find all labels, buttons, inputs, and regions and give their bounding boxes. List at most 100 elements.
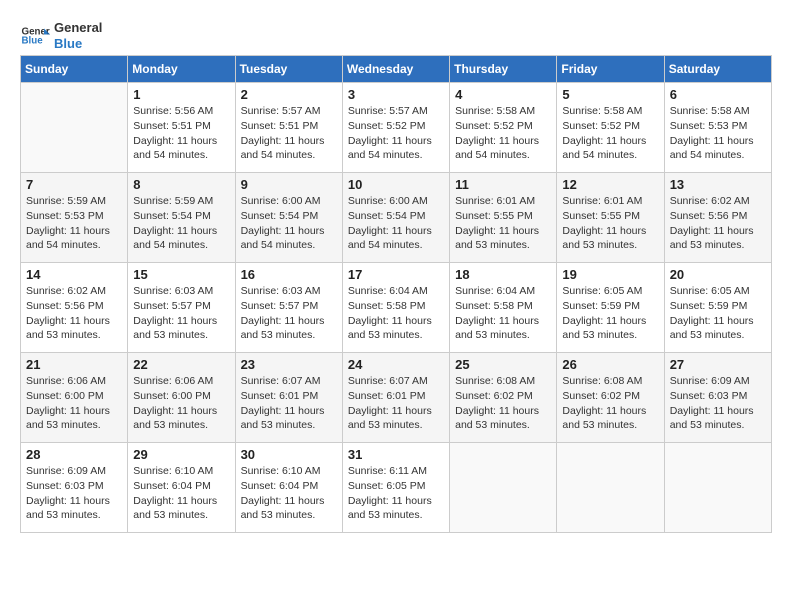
calendar-cell: 19 Sunrise: 6:05 AM Sunset: 5:59 PM Dayl… (557, 263, 664, 353)
calendar-cell: 14 Sunrise: 6:02 AM Sunset: 5:56 PM Dayl… (21, 263, 128, 353)
logo: General Blue General Blue (20, 20, 102, 51)
calendar-cell: 21 Sunrise: 6:06 AM Sunset: 6:00 PM Dayl… (21, 353, 128, 443)
day-detail: Sunrise: 5:58 AM Sunset: 5:52 PM Dayligh… (562, 104, 658, 163)
svg-text:Blue: Blue (22, 35, 44, 46)
day-number: 18 (455, 267, 551, 282)
day-number: 15 (133, 267, 229, 282)
day-detail: Sunrise: 5:58 AM Sunset: 5:52 PM Dayligh… (455, 104, 551, 163)
calendar-cell: 29 Sunrise: 6:10 AM Sunset: 6:04 PM Dayl… (128, 443, 235, 533)
day-number: 22 (133, 357, 229, 372)
calendar-cell: 7 Sunrise: 5:59 AM Sunset: 5:53 PM Dayli… (21, 173, 128, 263)
day-number: 25 (455, 357, 551, 372)
calendar-cell: 12 Sunrise: 6:01 AM Sunset: 5:55 PM Dayl… (557, 173, 664, 263)
dow-header-sunday: Sunday (21, 56, 128, 83)
day-detail: Sunrise: 6:05 AM Sunset: 5:59 PM Dayligh… (562, 284, 658, 343)
calendar-cell: 4 Sunrise: 5:58 AM Sunset: 5:52 PM Dayli… (450, 83, 557, 173)
calendar-cell: 27 Sunrise: 6:09 AM Sunset: 6:03 PM Dayl… (664, 353, 771, 443)
day-number: 16 (241, 267, 337, 282)
calendar-cell: 2 Sunrise: 5:57 AM Sunset: 5:51 PM Dayli… (235, 83, 342, 173)
day-number: 30 (241, 447, 337, 462)
day-number: 11 (455, 177, 551, 192)
day-number: 28 (26, 447, 122, 462)
day-number: 14 (26, 267, 122, 282)
calendar-cell: 28 Sunrise: 6:09 AM Sunset: 6:03 PM Dayl… (21, 443, 128, 533)
day-number: 8 (133, 177, 229, 192)
day-detail: Sunrise: 5:59 AM Sunset: 5:54 PM Dayligh… (133, 194, 229, 253)
week-row-4: 21 Sunrise: 6:06 AM Sunset: 6:00 PM Dayl… (21, 353, 772, 443)
day-detail: Sunrise: 6:09 AM Sunset: 6:03 PM Dayligh… (26, 464, 122, 523)
calendar-cell: 23 Sunrise: 6:07 AM Sunset: 6:01 PM Dayl… (235, 353, 342, 443)
day-detail: Sunrise: 6:01 AM Sunset: 5:55 PM Dayligh… (562, 194, 658, 253)
calendar-cell: 1 Sunrise: 5:56 AM Sunset: 5:51 PM Dayli… (128, 83, 235, 173)
day-detail: Sunrise: 6:07 AM Sunset: 6:01 PM Dayligh… (348, 374, 444, 433)
day-detail: Sunrise: 6:04 AM Sunset: 5:58 PM Dayligh… (348, 284, 444, 343)
day-number: 26 (562, 357, 658, 372)
day-detail: Sunrise: 6:09 AM Sunset: 6:03 PM Dayligh… (670, 374, 766, 433)
day-number: 20 (670, 267, 766, 282)
calendar-cell (21, 83, 128, 173)
day-detail: Sunrise: 6:00 AM Sunset: 5:54 PM Dayligh… (348, 194, 444, 253)
dow-header-thursday: Thursday (450, 56, 557, 83)
day-number: 17 (348, 267, 444, 282)
day-number: 10 (348, 177, 444, 192)
day-number: 5 (562, 87, 658, 102)
day-number: 4 (455, 87, 551, 102)
dow-header-tuesday: Tuesday (235, 56, 342, 83)
logo-icon: General Blue (20, 21, 50, 51)
day-number: 24 (348, 357, 444, 372)
day-number: 27 (670, 357, 766, 372)
calendar-cell: 31 Sunrise: 6:11 AM Sunset: 6:05 PM Dayl… (342, 443, 449, 533)
calendar-cell: 16 Sunrise: 6:03 AM Sunset: 5:57 PM Dayl… (235, 263, 342, 353)
dow-header-saturday: Saturday (664, 56, 771, 83)
calendar-cell: 22 Sunrise: 6:06 AM Sunset: 6:00 PM Dayl… (128, 353, 235, 443)
calendar-cell: 10 Sunrise: 6:00 AM Sunset: 5:54 PM Dayl… (342, 173, 449, 263)
calendar-cell: 3 Sunrise: 5:57 AM Sunset: 5:52 PM Dayli… (342, 83, 449, 173)
day-detail: Sunrise: 6:11 AM Sunset: 6:05 PM Dayligh… (348, 464, 444, 523)
week-row-3: 14 Sunrise: 6:02 AM Sunset: 5:56 PM Dayl… (21, 263, 772, 353)
day-detail: Sunrise: 6:00 AM Sunset: 5:54 PM Dayligh… (241, 194, 337, 253)
day-detail: Sunrise: 6:06 AM Sunset: 6:00 PM Dayligh… (26, 374, 122, 433)
calendar-cell: 25 Sunrise: 6:08 AM Sunset: 6:02 PM Dayl… (450, 353, 557, 443)
day-detail: Sunrise: 6:03 AM Sunset: 5:57 PM Dayligh… (241, 284, 337, 343)
week-row-1: 1 Sunrise: 5:56 AM Sunset: 5:51 PM Dayli… (21, 83, 772, 173)
day-number: 23 (241, 357, 337, 372)
day-detail: Sunrise: 6:03 AM Sunset: 5:57 PM Dayligh… (133, 284, 229, 343)
day-number: 3 (348, 87, 444, 102)
day-detail: Sunrise: 6:08 AM Sunset: 6:02 PM Dayligh… (562, 374, 658, 433)
logo-text: General Blue (54, 20, 102, 51)
week-row-2: 7 Sunrise: 5:59 AM Sunset: 5:53 PM Dayli… (21, 173, 772, 263)
day-detail: Sunrise: 5:56 AM Sunset: 5:51 PM Dayligh… (133, 104, 229, 163)
calendar-body: 1 Sunrise: 5:56 AM Sunset: 5:51 PM Dayli… (21, 83, 772, 533)
day-number: 13 (670, 177, 766, 192)
day-number: 1 (133, 87, 229, 102)
calendar-cell: 13 Sunrise: 6:02 AM Sunset: 5:56 PM Dayl… (664, 173, 771, 263)
day-detail: Sunrise: 5:59 AM Sunset: 5:53 PM Dayligh… (26, 194, 122, 253)
calendar-cell: 6 Sunrise: 5:58 AM Sunset: 5:53 PM Dayli… (664, 83, 771, 173)
day-detail: Sunrise: 6:01 AM Sunset: 5:55 PM Dayligh… (455, 194, 551, 253)
day-detail: Sunrise: 6:05 AM Sunset: 5:59 PM Dayligh… (670, 284, 766, 343)
calendar-cell: 26 Sunrise: 6:08 AM Sunset: 6:02 PM Dayl… (557, 353, 664, 443)
calendar-cell (664, 443, 771, 533)
header: General Blue General Blue (20, 20, 772, 51)
day-number: 9 (241, 177, 337, 192)
day-detail: Sunrise: 6:04 AM Sunset: 5:58 PM Dayligh… (455, 284, 551, 343)
calendar-cell: 9 Sunrise: 6:00 AM Sunset: 5:54 PM Dayli… (235, 173, 342, 263)
day-number: 19 (562, 267, 658, 282)
day-detail: Sunrise: 6:06 AM Sunset: 6:00 PM Dayligh… (133, 374, 229, 433)
calendar-cell (450, 443, 557, 533)
day-detail: Sunrise: 5:57 AM Sunset: 5:51 PM Dayligh… (241, 104, 337, 163)
calendar-cell: 24 Sunrise: 6:07 AM Sunset: 6:01 PM Dayl… (342, 353, 449, 443)
day-number: 21 (26, 357, 122, 372)
week-row-5: 28 Sunrise: 6:09 AM Sunset: 6:03 PM Dayl… (21, 443, 772, 533)
day-number: 12 (562, 177, 658, 192)
calendar-cell: 11 Sunrise: 6:01 AM Sunset: 5:55 PM Dayl… (450, 173, 557, 263)
day-detail: Sunrise: 6:07 AM Sunset: 6:01 PM Dayligh… (241, 374, 337, 433)
days-of-week-row: SundayMondayTuesdayWednesdayThursdayFrid… (21, 56, 772, 83)
day-detail: Sunrise: 6:10 AM Sunset: 6:04 PM Dayligh… (241, 464, 337, 523)
dow-header-wednesday: Wednesday (342, 56, 449, 83)
dow-header-friday: Friday (557, 56, 664, 83)
calendar-cell: 18 Sunrise: 6:04 AM Sunset: 5:58 PM Dayl… (450, 263, 557, 353)
calendar-cell (557, 443, 664, 533)
day-number: 7 (26, 177, 122, 192)
day-detail: Sunrise: 6:02 AM Sunset: 5:56 PM Dayligh… (26, 284, 122, 343)
